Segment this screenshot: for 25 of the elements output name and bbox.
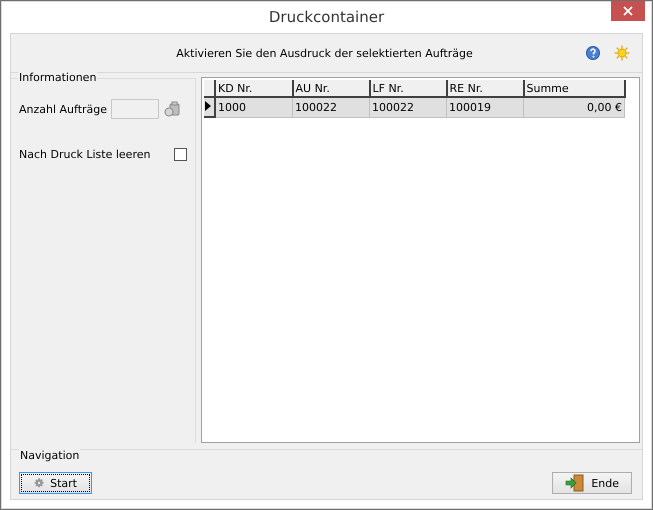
exit-door-icon: [565, 474, 586, 492]
table-cell: 100022: [370, 97, 446, 117]
header-message: Aktivieren Sie den Ausdruck der selektierten Aufträge: [175, 46, 474, 60]
checkbox[interactable]: [174, 148, 187, 161]
column-header[interactable]: AU Nr.: [292, 80, 370, 97]
column-header[interactable]: RE Nr.: [446, 80, 524, 97]
column-header[interactable]: KD Nr.: [215, 80, 292, 97]
checkbox-label: Nach Druck Liste leeren: [19, 148, 150, 161]
column-header[interactable]: LF Nr.: [370, 80, 446, 97]
row-indicator[interactable]: [204, 97, 215, 117]
table-cell: 1000: [215, 97, 292, 117]
exit-button[interactable]: Ende: [552, 472, 632, 494]
window-title: Druckcontainer: [268, 8, 384, 26]
table-cell: 100019: [446, 97, 524, 117]
start-button[interactable]: Start: [19, 472, 92, 494]
close-icon: [623, 6, 633, 16]
close-button[interactable]: [611, 1, 645, 21]
counter-icon[interactable]: [164, 101, 180, 117]
table-cell: 100022: [292, 97, 370, 117]
group-title: Informationen: [18, 71, 98, 84]
group-title: Navigation: [19, 449, 80, 462]
help-icon[interactable]: [586, 46, 600, 60]
column-header[interactable]: Summe: [524, 80, 624, 97]
field-label: Anzahl Aufträge: [19, 102, 108, 116]
table-cell: 0,00 €: [524, 97, 624, 117]
